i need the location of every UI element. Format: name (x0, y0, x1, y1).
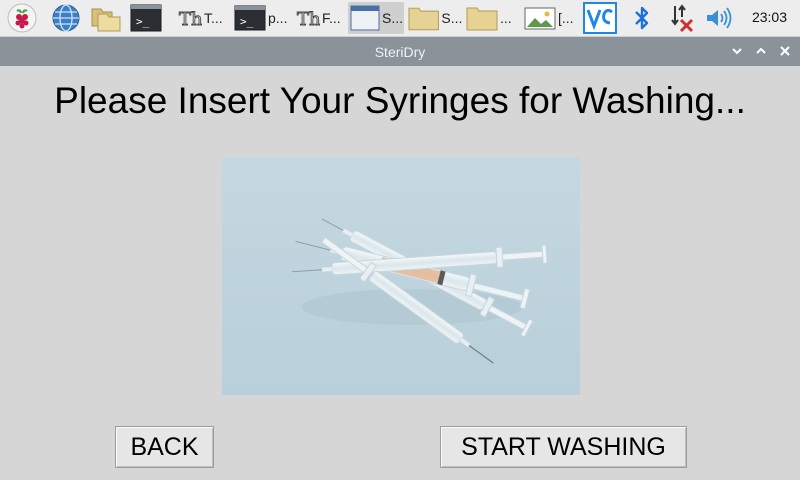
folder-icon (466, 7, 498, 31)
minimize-button[interactable] (730, 43, 744, 59)
window-title: SteriDry (374, 44, 426, 60)
taskbar: >_ Th T... >_ p... Th F... S... S... ...… (0, 0, 800, 37)
svg-text:Th: Th (179, 9, 202, 30)
bluetooth-icon (635, 6, 649, 30)
syringes-photo (222, 157, 580, 395)
svg-text:>_: >_ (136, 15, 150, 28)
vnc-icon (583, 2, 617, 34)
file-manager-icon (91, 8, 121, 32)
network-tray-button[interactable] (666, 2, 696, 34)
volume-icon (707, 7, 732, 29)
svg-text:>_: >_ (240, 15, 254, 28)
raspberry-pi-icon (7, 3, 37, 33)
chevron-down-icon (732, 48, 742, 55)
maximize-button[interactable] (754, 43, 768, 59)
page-title: Please Insert Your Syringes for Washing.… (54, 80, 746, 121)
taskbar-window-image-viewer[interactable]: [... (522, 2, 578, 34)
taskbar-window-label: F... (322, 10, 341, 26)
terminal-icon: >_ (130, 4, 162, 32)
start-washing-button[interactable]: START WASHING (440, 426, 687, 468)
web-browser-launcher[interactable] (48, 2, 84, 34)
clock[interactable]: 23:03 (752, 9, 787, 25)
taskbar-window-label: S... (441, 10, 462, 26)
taskbar-window-folder-1[interactable]: S... (406, 2, 462, 34)
taskbar-window-label: S... (382, 10, 404, 26)
window-controls (730, 43, 792, 59)
taskbar-window-label: [... (558, 10, 574, 26)
folder-icon (408, 7, 439, 31)
raspberry-pi-menu-button[interactable] (4, 2, 40, 34)
image-viewer-icon (524, 7, 556, 30)
app-window-icon (350, 5, 380, 31)
taskbar-window-label: T... (204, 10, 223, 26)
close-button[interactable] (778, 43, 792, 59)
taskbar-window-label: ... (500, 10, 512, 26)
terminal-launcher[interactable]: >_ (128, 2, 164, 34)
taskbar-window-texteditor-2[interactable]: Th F... (294, 2, 346, 34)
bluetooth-tray-button[interactable] (628, 2, 656, 34)
taskbar-window-steridry[interactable]: S... (348, 2, 404, 34)
taskbar-window-folder-2[interactable]: ... (464, 2, 520, 34)
taskbar-window-terminal[interactable]: >_ p... (232, 2, 288, 34)
back-button[interactable]: BACK (115, 426, 214, 468)
svg-text:Th: Th (297, 9, 320, 30)
terminal-icon: >_ (234, 5, 266, 31)
syringes-image (222, 157, 580, 395)
close-icon (780, 46, 790, 56)
web-browser-icon (52, 4, 80, 32)
chevron-up-icon (756, 47, 766, 54)
file-manager-launcher[interactable] (88, 2, 124, 34)
vnc-tray-button[interactable] (582, 2, 618, 34)
text-editor-icon: Th (179, 9, 202, 30)
volume-tray-button[interactable] (704, 2, 734, 34)
taskbar-window-label: p... (268, 10, 288, 26)
taskbar-window-texteditor-1[interactable]: Th T... (176, 2, 230, 34)
text-editor-icon: Th (297, 9, 320, 30)
network-disconnected-icon (671, 4, 694, 33)
window-titlebar[interactable]: SteriDry (0, 37, 800, 66)
